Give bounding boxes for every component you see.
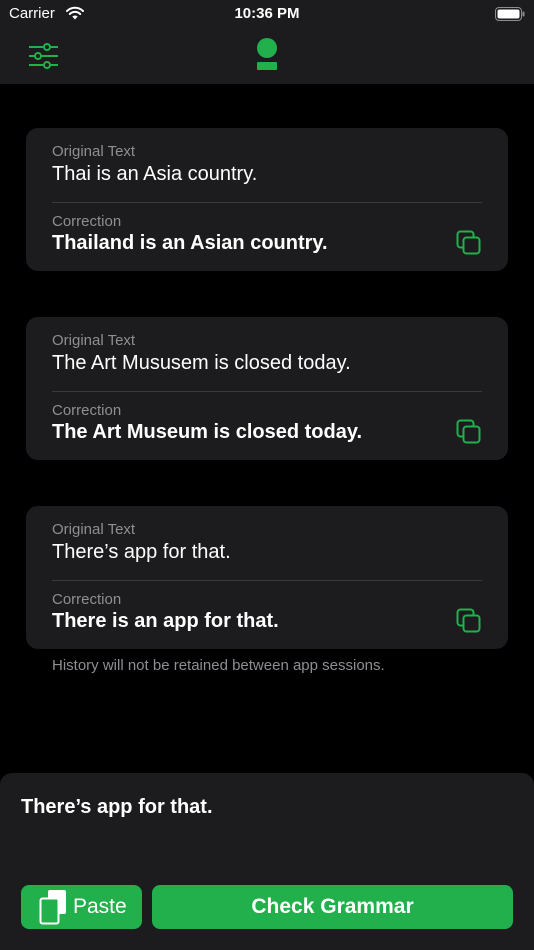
check-grammar-label: Check Grammar	[251, 895, 414, 918]
history-card: Original Text The Art Mususem is closed …	[26, 317, 508, 460]
clock: 10:36 PM	[234, 5, 300, 22]
divider	[52, 580, 482, 581]
battery-icon	[495, 7, 525, 21]
correction-label: Correction	[52, 591, 122, 608]
copy-icon[interactable]	[456, 230, 482, 256]
correction-text: Thailand is an Asian country.	[52, 232, 328, 254]
original-text: There’s app for that.	[52, 541, 231, 563]
history-card: Original Text There’s app for that. Corr…	[26, 506, 508, 649]
divider	[52, 202, 482, 203]
check-grammar-button[interactable]: Check Grammar	[152, 885, 513, 929]
input-panel: There’s app for that. Paste Check Gramma…	[0, 773, 534, 950]
correction-label: Correction	[52, 402, 122, 419]
paste-label: Paste	[73, 895, 127, 918]
clipboard-icon	[39, 890, 66, 925]
correction-text: The Art Museum is closed today.	[52, 421, 363, 443]
history-footnote: History will not be retained between app…	[52, 657, 385, 674]
divider	[52, 391, 482, 392]
paste-button[interactable]: Paste	[21, 885, 142, 929]
copy-icon[interactable]	[456, 419, 482, 445]
person-logo-icon	[257, 38, 277, 70]
copy-icon[interactable]	[456, 608, 482, 634]
original-text-label: Original Text	[52, 143, 136, 160]
correction-label: Correction	[52, 213, 122, 230]
grammar-input[interactable]: There’s app for that.	[21, 796, 213, 819]
original-text: Thai is an Asia country.	[52, 163, 258, 185]
original-text-label: Original Text	[52, 332, 136, 349]
original-text: The Art Mususem is closed today.	[52, 352, 351, 374]
status-bar: Carrier 10:36 PM	[0, 0, 534, 28]
nav-bar	[0, 28, 534, 84]
original-text-label: Original Text	[52, 521, 136, 538]
app-screen: Carrier 10:36 PM Original Text Thai is a…	[0, 0, 534, 950]
history-card: Original Text Thai is an Asia country. C…	[26, 128, 508, 271]
sliders-icon[interactable]	[28, 42, 58, 70]
correction-text: There is an app for that.	[52, 610, 279, 632]
